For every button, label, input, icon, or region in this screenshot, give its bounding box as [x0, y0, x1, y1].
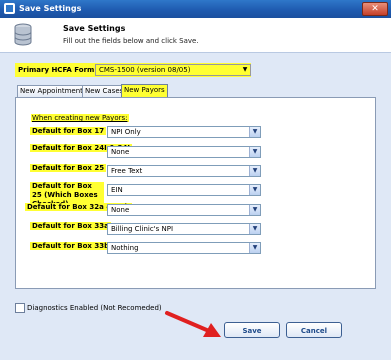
- primary-hcfa-form-select[interactable]: CMS-1500 (version 08/05) ▼: [95, 64, 251, 76]
- chevron-down-icon: ▼: [249, 243, 260, 253]
- tab-new-cases[interactable]: New Cases: [82, 85, 127, 97]
- box25-select[interactable]: Free Text ▼: [107, 165, 261, 177]
- box17-label: Default for Box 17: [30, 127, 107, 135]
- payors-intro: When creating new Payors:: [31, 114, 129, 122]
- box32ab-value: None: [111, 206, 130, 214]
- close-icon: ✕: [371, 4, 379, 14]
- box17-value: NPI Only: [111, 128, 141, 136]
- box25-checked-value: EIN: [111, 186, 123, 194]
- annotation-arrow-icon: [165, 311, 221, 337]
- box25-value: Free Text: [111, 167, 143, 175]
- header-subtitle: Fill out the fields below and click Save…: [63, 37, 199, 45]
- tab-new-payors[interactable]: New Payors: [121, 84, 168, 97]
- chevron-down-icon: ▼: [249, 205, 260, 215]
- diagnostics-checkbox[interactable]: [15, 303, 25, 313]
- tab-new-appointments[interactable]: New Appointments: [17, 85, 90, 97]
- box24ij-select[interactable]: None ▼: [107, 146, 261, 158]
- box33b-select[interactable]: Nothing ▼: [107, 242, 261, 254]
- box17-select[interactable]: NPI Only ▼: [107, 126, 261, 138]
- box25-checked-select[interactable]: EIN ▼: [107, 184, 261, 196]
- primary-hcfa-form-row: Primary HCFA Form CMS-1500 (version 08/0…: [15, 63, 251, 77]
- primary-hcfa-form-value: CMS-1500 (version 08/05): [99, 66, 191, 74]
- chevron-down-icon: ▼: [249, 224, 260, 234]
- primary-hcfa-form-label: Primary HCFA Form: [18, 66, 95, 74]
- database-icon: [14, 23, 32, 46]
- box33a-select[interactable]: Billing Clinic's NPI ▼: [107, 223, 261, 235]
- box32ab-select[interactable]: None ▼: [107, 204, 261, 216]
- chevron-down-icon: ▼: [249, 127, 260, 137]
- cancel-button[interactable]: Cancel: [286, 322, 342, 338]
- chevron-down-icon: ▼: [249, 147, 260, 157]
- window-icon: [4, 3, 15, 14]
- dialog-header: Save Settings Fill out the fields below …: [0, 18, 391, 53]
- diagnostics-label: Diagnostics Enabled (Not Recomeded): [27, 304, 162, 312]
- title-bar: Save Settings ✕: [0, 0, 391, 18]
- save-button[interactable]: Save: [224, 322, 280, 338]
- box25-label: Default for Box 25: [30, 164, 107, 172]
- chevron-down-icon: ▼: [249, 185, 260, 195]
- close-button[interactable]: ✕: [362, 2, 388, 16]
- window-title: Save Settings: [19, 4, 82, 13]
- header-title: Save Settings: [63, 24, 126, 33]
- box33b-label: Default for Box 33b: [30, 242, 112, 250]
- box33a-value: Billing Clinic's NPI: [111, 225, 174, 233]
- chevron-down-icon: ▼: [249, 166, 260, 176]
- box33b-value: Nothing: [111, 244, 139, 252]
- chevron-down-icon: ▼: [240, 65, 250, 75]
- box33a-label: Default for Box 33a: [30, 222, 111, 230]
- box24ij-value: None: [111, 148, 130, 156]
